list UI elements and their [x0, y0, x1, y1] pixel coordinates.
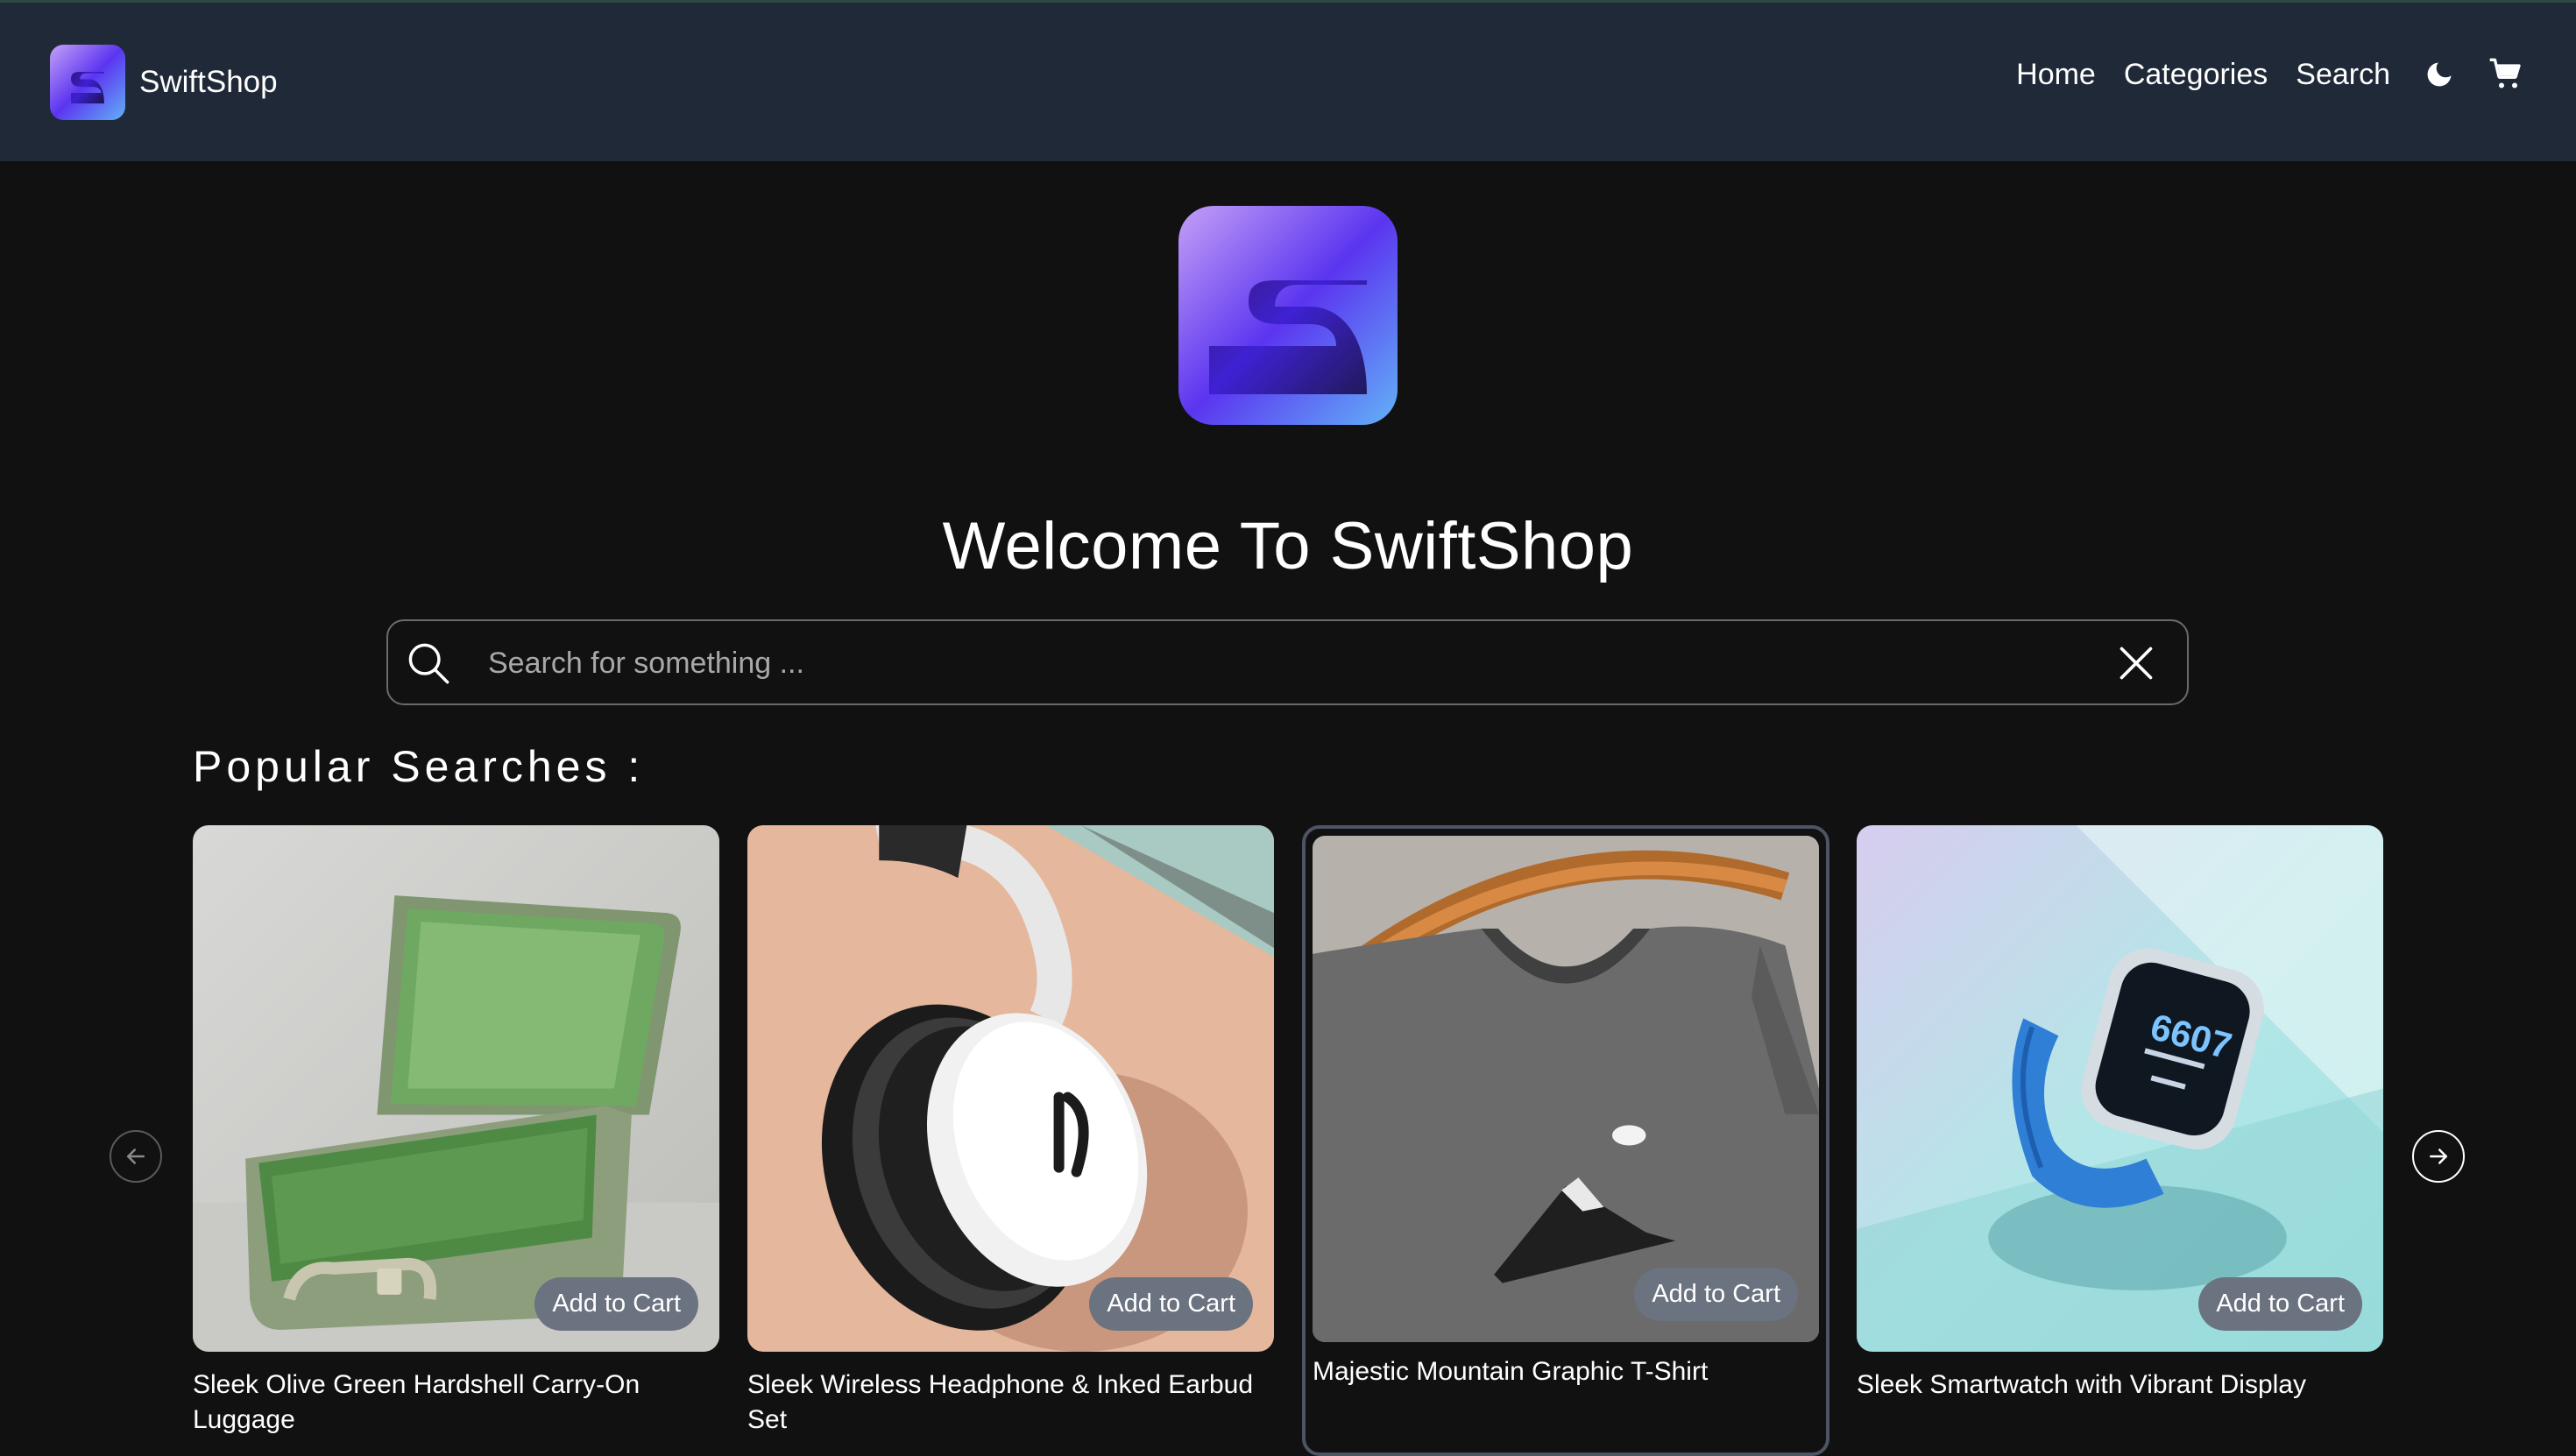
add-to-cart-button[interactable]: Add to Cart: [1089, 1277, 1253, 1331]
product-card[interactable]: Add to Cart Sleek Olive Green Hardshell …: [193, 825, 719, 1438]
swiftshop-logo-icon: [50, 45, 125, 120]
product-image-smartwatch[interactable]: 6607 Add to Cart: [1857, 825, 2383, 1352]
carousel-prev-button[interactable]: [110, 1130, 162, 1183]
nav-search-link[interactable]: Search: [2296, 58, 2390, 92]
product-title: Majestic Mountain Graphic T-Shirt: [1313, 1357, 1709, 1386]
popular-searches-heading: Popular Searches :: [193, 742, 645, 791]
nav-categories-link[interactable]: Categories: [2124, 58, 2268, 92]
product-title: Sleek Wireless Headphone & Inked Earbud …: [747, 1370, 1254, 1434]
hero-logo-icon: [1178, 206, 1398, 425]
add-to-cart-button[interactable]: Add to Cart: [2198, 1277, 2362, 1331]
product-title: Sleek Olive Green Hardshell Carry-On Lug…: [193, 1370, 640, 1434]
close-icon[interactable]: [2117, 644, 2155, 682]
moon-icon[interactable]: [2422, 57, 2457, 92]
top-navbar: SwiftShop Home Categories Search: [0, 0, 2576, 161]
product-image-luggage[interactable]: Add to Cart: [193, 825, 719, 1352]
arrow-left-icon: [127, 1149, 145, 1164]
brand-home-link[interactable]: SwiftShop: [50, 45, 278, 120]
carousel-next-button[interactable]: [2412, 1130, 2465, 1183]
product-image-tshirt[interactable]: Add to Cart: [1313, 836, 1819, 1342]
nav-home-link[interactable]: Home: [2016, 58, 2096, 92]
search-icon: [408, 643, 449, 684]
product-card[interactable]: Add to Cart Sleek Wireless Headphone & I…: [747, 825, 1274, 1438]
add-to-cart-button[interactable]: Add to Cart: [1634, 1268, 1798, 1321]
product-card[interactable]: 6607 Add to Cart Sleek Smartwatch with V…: [1857, 825, 2383, 1403]
search-input[interactable]: [486, 633, 2067, 693]
product-title: Sleek Smartwatch with Vibrant Display: [1857, 1370, 2306, 1399]
arrow-right-icon: [2430, 1149, 2447, 1164]
add-to-cart-button[interactable]: Add to Cart: [534, 1277, 698, 1331]
main-nav: Home Categories Search: [1988, 57, 2523, 92]
cart-icon[interactable]: [2488, 57, 2523, 92]
hero-title: Welcome To SwiftShop: [942, 509, 1634, 583]
search-bar: [386, 619, 2189, 705]
brand-name: SwiftShop: [139, 65, 278, 99]
product-card[interactable]: Add to Cart Majestic Mountain Graphic T-…: [1302, 825, 1829, 1456]
product-image-headphones[interactable]: Add to Cart: [747, 825, 1274, 1352]
